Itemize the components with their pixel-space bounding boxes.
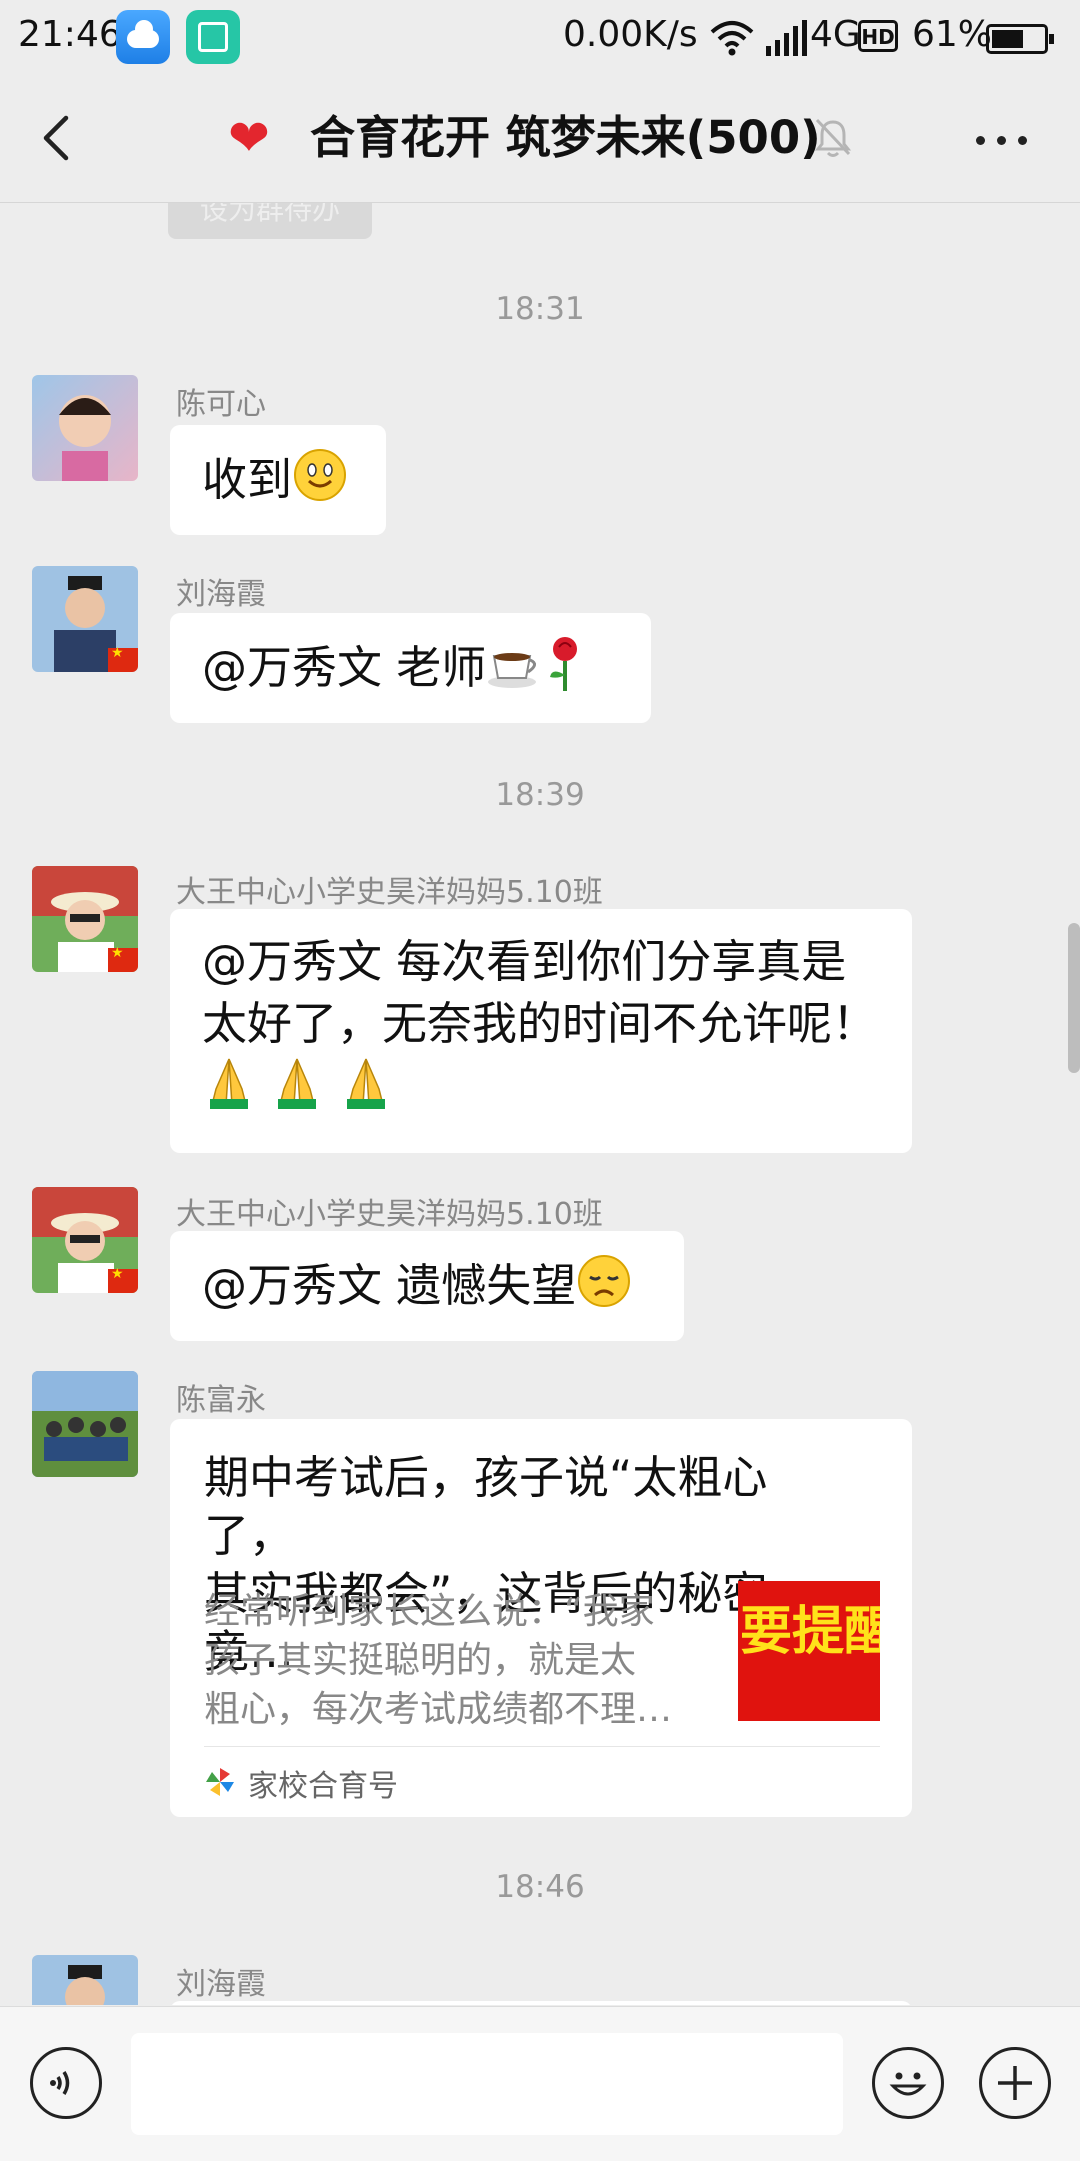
avatar[interactable] xyxy=(32,1371,138,1477)
article-description: 经常听到家长这么说：“我家 孩子其实挺聪明的，就是太 粗心，每次考试成绩都不理… xyxy=(204,1587,704,1734)
message-text-line: @万秀文 每次看到你们分享真是 xyxy=(202,935,847,988)
smile-emoji xyxy=(292,447,348,519)
message-bubble[interactable]: @万秀文 老师 xyxy=(170,613,651,723)
more-options-icon[interactable] xyxy=(972,126,1032,156)
thumbnail-text: 要提醒 xyxy=(740,1602,880,1662)
sender-name: 大王中心小学史昊洋妈妈5.10班 xyxy=(176,875,603,910)
emoji-icon[interactable] xyxy=(872,2047,944,2119)
scrollbar[interactable] xyxy=(1068,923,1080,1073)
mute-icon xyxy=(814,118,852,157)
avatar[interactable] xyxy=(32,866,138,972)
chat-header: ❤ 合育花开 筑梦未来(500) xyxy=(0,74,1080,203)
battery-percent: 61% xyxy=(912,14,993,55)
heart-icon: ❤ xyxy=(228,109,270,167)
message-bubble[interactable]: 收到 xyxy=(170,425,386,535)
article-link-card[interactable]: 期中考试后，孩子说“太粗心了， 其实我都会”，这背后的秘密竟… 经常听到家长这么… xyxy=(170,1419,912,1817)
rose-emoji xyxy=(540,635,590,707)
sender-name: 刘海霞 xyxy=(176,577,266,612)
input-bar xyxy=(0,2006,1080,2161)
status-bar: 21:46 0.00K/s 4G HD 61% xyxy=(0,0,1080,74)
timestamp: 18:46 xyxy=(495,1869,585,1905)
pray-emoji-row xyxy=(202,1055,880,1125)
divider xyxy=(204,1746,880,1747)
network-speed: 0.00K/s xyxy=(563,14,698,55)
group-title[interactable]: 合育花开 筑梦未来(500) xyxy=(310,108,821,168)
pray-emoji xyxy=(202,1055,256,1125)
chat-message-list[interactable]: 设为群待办 18:31 陈可心 收到 刘海霞 @万秀文 老师 18:39 大王中… xyxy=(0,203,1080,2005)
message-input[interactable] xyxy=(131,2033,843,2135)
wifi-icon xyxy=(710,21,754,56)
timestamp: 18:39 xyxy=(495,777,585,813)
pray-emoji xyxy=(339,1055,393,1125)
message-bubble[interactable] xyxy=(170,2001,912,2005)
message-text-line: 太好了，无奈我的时间不允许呢！ xyxy=(202,997,878,1050)
sender-name: 陈富永 xyxy=(176,1383,266,1418)
article-thumbnail: 要提醒 xyxy=(738,1581,880,1721)
avatar[interactable] xyxy=(32,1187,138,1293)
article-description-line: 粗心，每次考试成绩都不理… xyxy=(204,1689,673,1730)
battery-fill xyxy=(992,30,1023,48)
scan-icon xyxy=(186,10,240,64)
set-group-todo-button[interactable]: 设为群待办 xyxy=(168,203,372,239)
plus-icon[interactable] xyxy=(979,2047,1051,2119)
voice-icon[interactable] xyxy=(30,2047,102,2119)
article-description-line: 经常听到家长这么说：“我家 xyxy=(204,1591,655,1632)
sender-name: 刘海霞 xyxy=(176,1967,266,2002)
avatar[interactable] xyxy=(32,375,138,481)
sender-name: 大王中心小学史昊洋妈妈5.10班 xyxy=(176,1197,603,1232)
message-text: @万秀文 老师 xyxy=(202,641,487,694)
sender-name: 陈可心 xyxy=(176,387,266,422)
message-text: @万秀文 遗憾失望 xyxy=(202,1259,577,1312)
hd-badge: HD xyxy=(858,20,898,52)
sad-emoji xyxy=(576,1253,632,1325)
source-pinwheel-icon xyxy=(206,1768,234,1796)
signal-icon xyxy=(766,20,807,56)
avatar[interactable] xyxy=(32,1955,138,2005)
message-bubble[interactable]: @万秀文 遗憾失望 xyxy=(170,1231,684,1341)
coffee-emoji xyxy=(486,636,540,706)
network-type: 4G xyxy=(810,14,861,55)
pray-emoji xyxy=(270,1055,324,1125)
avatar[interactable] xyxy=(32,566,138,672)
back-icon[interactable] xyxy=(28,106,88,170)
message-text: 收到 xyxy=(202,453,293,506)
battery-icon xyxy=(986,24,1054,54)
timestamp: 18:31 xyxy=(495,291,585,327)
status-time: 21:46 xyxy=(18,14,122,55)
article-description-line: 孩子其实挺聪明的，就是太 xyxy=(204,1640,637,1681)
message-bubble[interactable]: @万秀文 每次看到你们分享真是 太好了，无奈我的时间不允许呢！ xyxy=(170,909,912,1153)
weather-icon xyxy=(116,10,170,64)
article-source: 家校合育号 xyxy=(248,1769,398,1804)
article-title-line: 期中考试后，孩子说“太粗心了， xyxy=(204,1451,768,1562)
